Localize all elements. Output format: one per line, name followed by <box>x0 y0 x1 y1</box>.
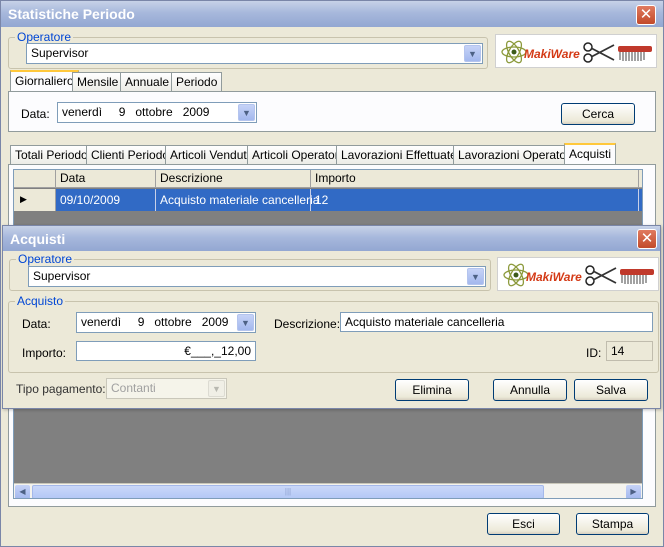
tab-articoli-venduti[interactable]: Articoli Venduti <box>165 145 255 165</box>
dialog-operatore-value: Supervisor <box>33 269 91 283</box>
descrizione-label: Descrizione: <box>274 317 341 331</box>
horizontal-scrollbar[interactable]: ◀ ||| ▶ <box>14 483 642 498</box>
scroll-left-icon[interactable]: ◀ <box>15 485 30 498</box>
logo-text: MakiWare <box>526 270 582 284</box>
grid-cell-data: 09/10/2009 <box>56 189 156 211</box>
dialog-date-value: venerdì 9 ottobre 2009 <box>81 315 229 329</box>
main-date-picker[interactable]: venerdì 9 ottobre 2009 ▼ <box>57 102 257 123</box>
main-operatore-legend: Operatore <box>15 30 74 44</box>
grid-cell-importo: 12 <box>311 189 639 211</box>
grid-row-header-corner <box>14 170 56 188</box>
tab-lavorazioni-effettuate[interactable]: Lavorazioni Effettuate <box>336 145 462 165</box>
id-label: ID: <box>586 346 602 360</box>
scroll-right-icon[interactable]: ▶ <box>626 485 641 498</box>
importo-label: Importo: <box>22 346 67 360</box>
dialog-logo: MakiWare <box>497 257 659 291</box>
save-button[interactable]: Salva <box>574 379 648 401</box>
chevron-down-icon[interactable]: ▼ <box>208 380 225 397</box>
grid-col-importo[interactable]: Importo <box>311 170 639 188</box>
delete-button[interactable]: Elimina <box>395 379 469 401</box>
acquisto-legend: Acquisto <box>15 294 66 308</box>
tab-mensile[interactable]: Mensile <box>72 72 124 92</box>
main-operatore-value: Supervisor <box>31 46 89 60</box>
grid-col-data[interactable]: Data <box>56 170 156 188</box>
logo-text: MakiWare <box>524 47 580 61</box>
dialog-close-icon[interactable]: ✕ <box>637 229 657 249</box>
dialog-title: Acquisti <box>10 231 66 247</box>
importo-field[interactable]: €___,_12,00 <box>76 341 256 361</box>
payment-type-select[interactable]: Contanti ▼ <box>106 378 227 399</box>
tab-giornaliero[interactable]: Giornaliero <box>10 70 79 92</box>
main-operatore-select[interactable]: Supervisor ▼ <box>26 43 483 64</box>
scroll-thumb[interactable]: ||| <box>32 485 544 498</box>
tab-clienti-periodo[interactable]: Clienti Periodo <box>86 145 175 165</box>
main-date-label: Data: <box>21 107 50 121</box>
tab-periodo[interactable]: Periodo <box>171 72 223 92</box>
calendar-dropdown-icon[interactable]: ▼ <box>238 104 255 121</box>
dialog-operatore-legend: Operatore <box>16 252 75 266</box>
table-row[interactable]: ▶ 09/10/2009 Acquisto materiale cancelle… <box>14 189 642 211</box>
logo-graphic: MakiWare <box>503 263 654 287</box>
chevron-down-icon[interactable]: ▼ <box>464 45 481 62</box>
payment-type-value: Contanti <box>111 381 156 395</box>
grid-cell-descrizione: Acquisto materiale cancelleria <box>156 189 319 211</box>
tab-annuale[interactable]: Annuale <box>120 72 175 92</box>
row-selector-arrow-icon: ▶ <box>14 189 56 211</box>
dialog-date-picker[interactable]: venerdì 9 ottobre 2009 ▼ <box>76 312 256 333</box>
dialog-operatore-select[interactable]: Supervisor ▼ <box>28 266 486 287</box>
grid-col-descrizione[interactable]: Descrizione <box>156 170 311 188</box>
main-logo: MakiWare <box>495 34 657 68</box>
calendar-dropdown-icon[interactable]: ▼ <box>237 314 254 331</box>
cancel-button[interactable]: Annulla <box>493 379 567 401</box>
id-field: 14 <box>606 341 653 361</box>
main-close-icon[interactable]: ✕ <box>636 5 656 25</box>
acquisti-dialog: Acquisti ✕ Operatore Supervisor ▼ MakiWa… <box>2 225 661 409</box>
dialog-date-label: Data: <box>22 317 51 331</box>
tab-lavorazioni-operatori[interactable]: Lavorazioni Operatori <box>453 145 578 165</box>
tab-articoli-operatori[interactable]: Articoli Operatori <box>247 145 347 165</box>
logo-graphic: MakiWare <box>501 40 652 64</box>
print-button[interactable]: Stampa <box>576 513 649 535</box>
dialog-titlebar: Acquisti <box>3 226 660 251</box>
grid-col-extra[interactable]: ( <box>639 170 642 188</box>
exit-button[interactable]: Esci <box>487 513 560 535</box>
descrizione-field[interactable]: Acquisto materiale cancelleria <box>340 312 653 332</box>
main-titlebar: Statistiche Periodo <box>1 1 663 27</box>
main-window-title: Statistiche Periodo <box>8 6 135 22</box>
search-button[interactable]: Cerca <box>561 103 635 125</box>
chevron-down-icon[interactable]: ▼ <box>467 268 484 285</box>
tab-totali-periodo[interactable]: Totali Periodo <box>10 145 93 165</box>
payment-type-label: Tipo pagamento: <box>16 382 106 396</box>
tab-acquisti[interactable]: Acquisti <box>564 143 617 165</box>
main-date-value: venerdì 9 ottobre 2009 <box>62 105 210 119</box>
grid-cell-extra: s <box>639 189 642 211</box>
